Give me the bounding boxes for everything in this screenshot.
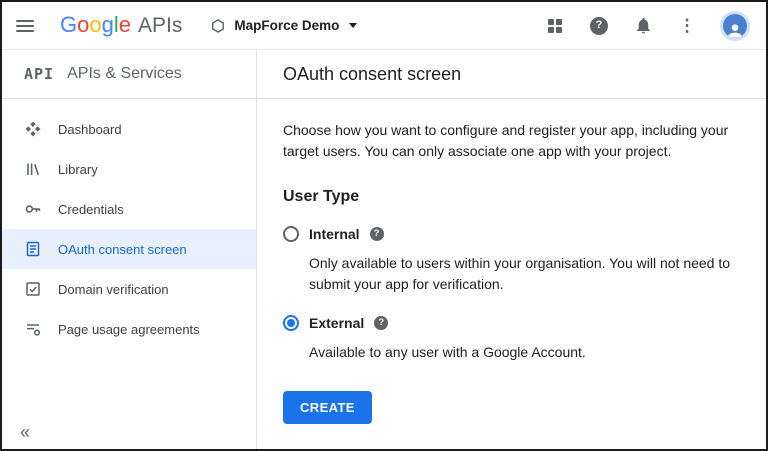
radio-external-label[interactable]: External: [309, 315, 364, 331]
main-panel: OAuth consent screen Choose how you want…: [257, 50, 766, 449]
library-icon: [24, 160, 42, 178]
help-icon[interactable]: ?: [370, 227, 384, 241]
logo-letter: e: [119, 14, 131, 36]
help-icon[interactable]: ?: [374, 316, 388, 330]
avatar-image: [723, 14, 747, 38]
sidebar-item-dashboard[interactable]: Dashboard: [2, 109, 256, 149]
logo-suffix: APIs: [138, 14, 182, 38]
create-button[interactable]: CREATE: [283, 391, 372, 424]
main-header: OAuth consent screen: [257, 50, 766, 99]
sidebar-item-label: OAuth consent screen: [58, 242, 187, 257]
help-glyph: ?: [590, 17, 608, 35]
topbar-actions: ? ⋮: [544, 11, 750, 41]
more-vert-icon[interactable]: ⋮: [676, 15, 698, 37]
sidebar-item-library[interactable]: Library: [2, 149, 256, 189]
page-title: OAuth consent screen: [283, 64, 461, 85]
page-usage-agreements-icon: [24, 320, 42, 338]
chevron-down-icon: [349, 23, 357, 28]
intro-text: Choose how you want to configure and reg…: [283, 120, 740, 162]
top-bar: G o o g l e APIs MapForce Demo: [2, 2, 766, 50]
sidebar-item-label: Library: [58, 162, 98, 177]
sidebar-item-page-usage-agreements[interactable]: Page usage agreements: [2, 309, 256, 349]
sidebar-nav: Dashboard Library: [2, 99, 256, 349]
sidebar-collapse-icon[interactable]: «: [20, 423, 30, 441]
sidebar-item-label: Credentials: [58, 202, 124, 217]
sidebar-title: APIs & Services: [67, 65, 182, 83]
project-icon: [210, 18, 226, 34]
key-icon: [24, 200, 42, 218]
sidebar-item-label: Domain verification: [58, 282, 169, 297]
console-window: G o o g l e APIs MapForce Demo: [0, 0, 768, 451]
avatar[interactable]: [720, 11, 750, 41]
sidebar: API APIs & Services Dashboard: [2, 50, 257, 449]
sidebar-item-label: Page usage agreements: [58, 322, 200, 337]
sidebar-header: API APIs & Services: [2, 50, 256, 99]
user-type-option-internal: Internal ?: [283, 226, 740, 242]
logo-letter: g: [102, 14, 114, 36]
logo-letter: o: [77, 14, 89, 36]
domain-verification-icon: [24, 280, 42, 298]
sidebar-item-domain-verification[interactable]: Domain verification: [2, 269, 256, 309]
more-vert-glyph: ⋮: [679, 16, 696, 36]
bell-icon[interactable]: [632, 15, 654, 37]
radio-internal[interactable]: [283, 226, 299, 242]
user-type-heading: User Type: [283, 188, 740, 206]
dashboard-icon: [24, 120, 42, 138]
internal-description: Only available to users within your orga…: [309, 253, 740, 295]
radio-internal-label[interactable]: Internal: [309, 226, 360, 242]
external-description: Available to any user with a Google Acco…: [309, 342, 740, 363]
consent-screen-icon: [24, 240, 42, 258]
project-name: MapForce Demo: [234, 18, 339, 33]
project-selector[interactable]: MapForce Demo: [210, 18, 357, 34]
api-logo-icon: API: [24, 65, 54, 83]
sidebar-item-label: Dashboard: [58, 122, 122, 137]
sidebar-item-credentials[interactable]: Credentials: [2, 189, 256, 229]
hamburger-menu-icon[interactable]: [16, 14, 40, 38]
logo-letter: G: [60, 14, 77, 36]
user-type-option-external: External ?: [283, 315, 740, 331]
sidebar-item-oauth-consent-screen[interactable]: OAuth consent screen: [2, 229, 256, 269]
google-apis-logo[interactable]: G o o g l e APIs: [60, 14, 182, 38]
main-content: Choose how you want to configure and reg…: [257, 99, 766, 424]
radio-external[interactable]: [283, 315, 299, 331]
apps-grid-icon[interactable]: [544, 15, 566, 37]
logo-letter: o: [89, 14, 101, 36]
help-icon[interactable]: ?: [588, 15, 610, 37]
